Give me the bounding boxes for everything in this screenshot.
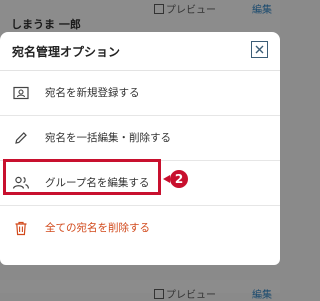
background-header: プレビュー 編集 しまうま 一郎 [0, 0, 280, 36]
options-menu: 宛名を新規登録する 宛名を一括編集・削除する グループ名を編集する 全ての宛名を… [0, 71, 280, 250]
close-icon [255, 45, 264, 54]
group-icon [12, 174, 30, 192]
address-card-icon [12, 84, 30, 102]
address-options-sheet: 宛名管理オプション 宛名を新規登録する 宛名を一括編集・削除する グループ名を編… [0, 32, 280, 265]
preview-icon [154, 3, 164, 14]
menu-item-delete-all[interactable]: 全ての宛名を削除する [0, 206, 280, 250]
background-footer: プレビュー 編集 [0, 280, 280, 301]
pencil-icon [12, 129, 30, 147]
menu-item-label: 宛名を新規登録する [45, 87, 140, 99]
step-number-badge: 2 [170, 170, 188, 188]
trash-icon [12, 219, 30, 237]
preview-icon [154, 288, 164, 299]
background-preview-label-bottom: プレビュー [166, 290, 216, 301]
sheet-title: 宛名管理オプション [12, 45, 121, 59]
close-button[interactable] [251, 41, 268, 58]
background-edit-link-bottom: 編集 [252, 290, 272, 301]
menu-item-edit-group-name[interactable]: グループ名を編集する [0, 161, 280, 206]
callout-pointer [163, 175, 170, 183]
menu-item-bulk-edit[interactable]: 宛名を一括編集・削除する [0, 116, 280, 161]
background-preview-link-bottom: プレビュー [154, 286, 216, 301]
background-edit-link: 編集 [252, 5, 272, 16]
menu-item-label: グループ名を編集する [45, 177, 150, 189]
background-preview-link: プレビュー [154, 1, 216, 16]
menu-item-label: 宛名を一括編集・削除する [45, 132, 171, 144]
background-preview-label: プレビュー [166, 5, 216, 16]
menu-item-label: 全ての宛名を削除する [45, 222, 150, 234]
sheet-header: 宛名管理オプション [0, 32, 280, 71]
background-recipient-name: しまうま 一郎 [11, 18, 81, 31]
menu-item-new-address[interactable]: 宛名を新規登録する [0, 71, 280, 116]
